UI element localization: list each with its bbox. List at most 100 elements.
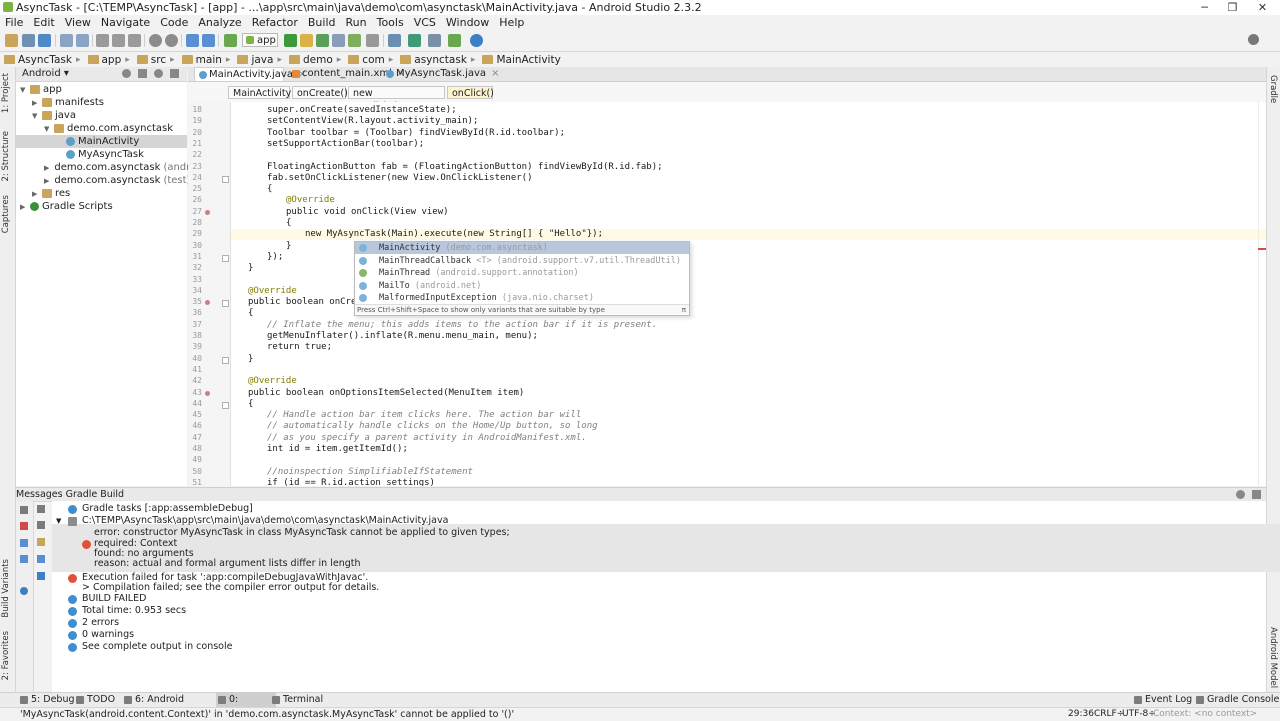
sdk-manager-icon[interactable] (448, 34, 461, 47)
gradle-tool-tab[interactable]: Gradle (1268, 75, 1278, 103)
message-row[interactable]: BUILD FAILED (82, 593, 146, 605)
expand-arrow-icon[interactable]: ▶ (20, 203, 28, 211)
editor-tab[interactable]: content_main.xml × (288, 67, 405, 81)
message-row[interactable]: reason: actual and formal argument lists… (94, 558, 361, 570)
menu-analyze[interactable]: Analyze (193, 16, 246, 29)
sync-icon[interactable] (38, 34, 51, 47)
tree-node[interactable]: ▼ java (16, 109, 187, 122)
run-icon[interactable] (284, 34, 297, 47)
completion-pi-icon[interactable]: π (682, 305, 686, 315)
bottom-right-tab[interactable]: Event Log (1132, 693, 1192, 707)
editor-crumb[interactable]: new OnClickListener (348, 86, 445, 112)
code-completion-popup[interactable]: MainActivity (demo.com.asynctask) MainThr… (354, 241, 690, 316)
stop-icon[interactable] (366, 34, 379, 47)
collapse-all-icon[interactable] (37, 521, 45, 529)
fold-toggle-icon[interactable] (222, 255, 229, 262)
editor-tab[interactable]: MainActivity.java × (194, 67, 306, 81)
expand-arrow-icon[interactable]: ▼ (56, 515, 61, 527)
fold-toggle-icon[interactable] (222, 357, 229, 364)
expand-arrow-icon[interactable]: ▶ (44, 177, 49, 185)
back-icon[interactable] (186, 34, 199, 47)
editor-crumb[interactable]: onCreate() (292, 86, 348, 99)
save-all-icon[interactable] (22, 34, 35, 47)
project-structure-icon[interactable] (388, 34, 401, 47)
file-encoding[interactable]: UTF-8÷ (1122, 708, 1156, 721)
line-separator[interactable]: CRLF÷ (1094, 708, 1124, 721)
tree-node[interactable]: ▶ Gradle Scripts (16, 200, 187, 213)
expand-all-icon[interactable] (37, 505, 45, 513)
completion-item[interactable]: MainThreadCallback <T> (android.support.… (355, 255, 689, 267)
next-message-icon[interactable] (20, 555, 28, 563)
build-variants-tool-tab[interactable]: Build Variants (1, 559, 11, 618)
debug-icon[interactable] (316, 34, 329, 47)
breadcrumb-item[interactable]: com ▸ (344, 54, 396, 66)
expand-arrow-icon[interactable]: ▶ (32, 99, 40, 107)
captures-tool-tab[interactable]: Captures (1, 195, 11, 233)
menu-view[interactable]: View (60, 16, 96, 29)
tree-node[interactable]: ▶ res (16, 187, 187, 200)
breadcrumb-item[interactable]: app ▸ (84, 54, 133, 66)
menu-tools[interactable]: Tools (372, 16, 409, 29)
favorites-tool-tab[interactable]: 2: Favorites (1, 631, 11, 680)
replace-icon[interactable] (165, 34, 178, 47)
project-view-mode[interactable]: Android ▾ (22, 68, 69, 79)
bottom-tab[interactable]: 5: Debug (18, 693, 78, 707)
caret-position[interactable]: 29:36 (1068, 708, 1094, 721)
completion-item[interactable]: MalformedInputException (java.nio.charse… (355, 292, 689, 304)
copy-icon[interactable] (112, 34, 125, 47)
editor-tab[interactable]: MyAsyncTask.java × (382, 67, 499, 81)
menu-help[interactable]: Help (494, 16, 529, 29)
tree-node[interactable]: ▶ demo.com.asynctask (test) (16, 174, 190, 187)
close-tab-icon[interactable]: × (491, 68, 499, 79)
error-stripe-marker[interactable] (1258, 248, 1266, 250)
code-editor[interactable]: 18 19 20 21 22 23 24 25 26 27 28 29 30 31 32 33 34 35 36 37… (188, 102, 1266, 486)
bottom-tab[interactable]: 6: Android Monitor (122, 693, 222, 719)
paste-icon[interactable] (128, 34, 141, 47)
message-row[interactable]: 0 warnings (82, 629, 134, 641)
breadcrumb-item[interactable]: demo ▸ (285, 54, 344, 66)
menu-build[interactable]: Build (303, 16, 341, 29)
breadcrumb-item[interactable]: src ▸ (133, 54, 178, 66)
undo-icon[interactable] (60, 34, 73, 47)
tree-node[interactable]: ▶ manifests (16, 96, 187, 109)
completion-item[interactable]: MainThread (android.support.annotation) (355, 267, 689, 279)
filter-icon[interactable] (37, 572, 45, 580)
expand-arrow-icon[interactable]: ▼ (20, 86, 28, 94)
make-project-icon[interactable] (224, 34, 237, 47)
menu-run[interactable]: Run (341, 16, 372, 29)
tree-node[interactable]: MainActivity (16, 135, 187, 148)
bottom-tab[interactable]: TODO (74, 693, 128, 707)
collapse-all-icon[interactable] (138, 69, 147, 78)
breadcrumb-item[interactable]: MainActivity (478, 54, 563, 66)
fold-toggle-icon[interactable] (222, 402, 229, 409)
bottom-tab[interactable]: 0: Messages (216, 693, 276, 719)
tree-node[interactable]: MyAsyncTask (16, 148, 187, 161)
expand-arrow-icon[interactable]: ▼ (32, 112, 40, 120)
override-marker-icon[interactable] (205, 391, 210, 396)
avd-manager-icon[interactable] (428, 34, 441, 47)
tree-node[interactable]: ▼ app (16, 83, 187, 96)
expand-arrow-icon[interactable]: ▶ (44, 164, 49, 172)
editor-crumb[interactable]: MainActivity (228, 86, 291, 99)
find-icon[interactable] (149, 34, 162, 47)
breadcrumb-item[interactable]: java ▸ (233, 54, 285, 66)
attach-debugger-icon[interactable] (348, 34, 361, 47)
menu-window[interactable]: Window (441, 16, 494, 29)
message-row[interactable]: Gradle tasks [:app:assembleDebug] (82, 503, 253, 515)
expand-arrow-icon[interactable]: ▼ (44, 125, 52, 133)
menu-vcs[interactable]: VCS (409, 16, 441, 29)
hide-panel-icon[interactable] (1252, 490, 1261, 499)
help-icon[interactable] (20, 587, 28, 595)
menu-file[interactable]: File (0, 16, 28, 29)
breadcrumb-item[interactable]: asynctask ▸ (396, 54, 478, 66)
profile-icon[interactable] (332, 34, 345, 47)
search-everywhere-icon[interactable] (1248, 34, 1259, 45)
maximize-button[interactable]: ❐ (1216, 0, 1249, 15)
fold-toggle-icon[interactable] (222, 300, 229, 307)
bottom-right-tab[interactable]: Gradle Console (1194, 693, 1279, 707)
previous-message-icon[interactable] (20, 539, 28, 547)
message-row[interactable]: Total time: 0.953 secs (82, 605, 186, 617)
project-tool-tab[interactable]: 1: Project (1, 73, 11, 113)
gear-icon[interactable] (154, 69, 163, 78)
bottom-tab[interactable]: Terminal (270, 693, 334, 707)
